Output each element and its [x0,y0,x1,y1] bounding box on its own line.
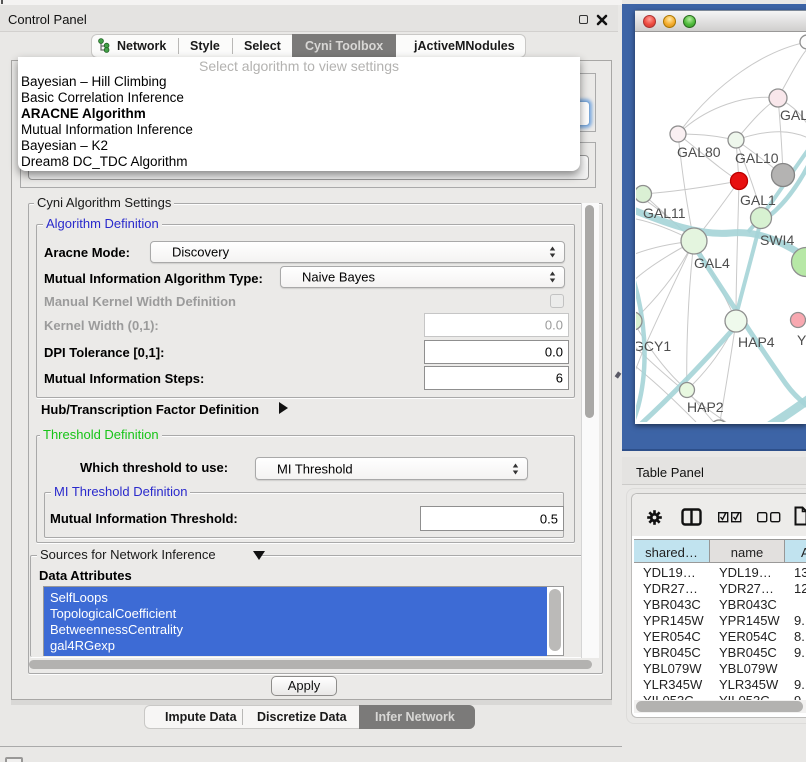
svg-text:Y: Y [797,332,806,348]
svg-text:GAL10: GAL10 [735,150,779,166]
svg-text:GAL80: GAL80 [677,144,721,160]
svg-text:GAL2: GAL2 [780,107,806,123]
svg-text:HAP2: HAP2 [687,399,724,415]
svg-text:GAL11: GAL11 [643,205,686,221]
svg-text:GCY1: GCY1 [636,338,671,354]
svg-text:GAL1: GAL1 [740,192,776,208]
svg-text:HAP4: HAP4 [738,334,775,350]
svg-text:GAL4: GAL4 [694,255,730,271]
svg-text:SWI4: SWI4 [760,232,794,248]
